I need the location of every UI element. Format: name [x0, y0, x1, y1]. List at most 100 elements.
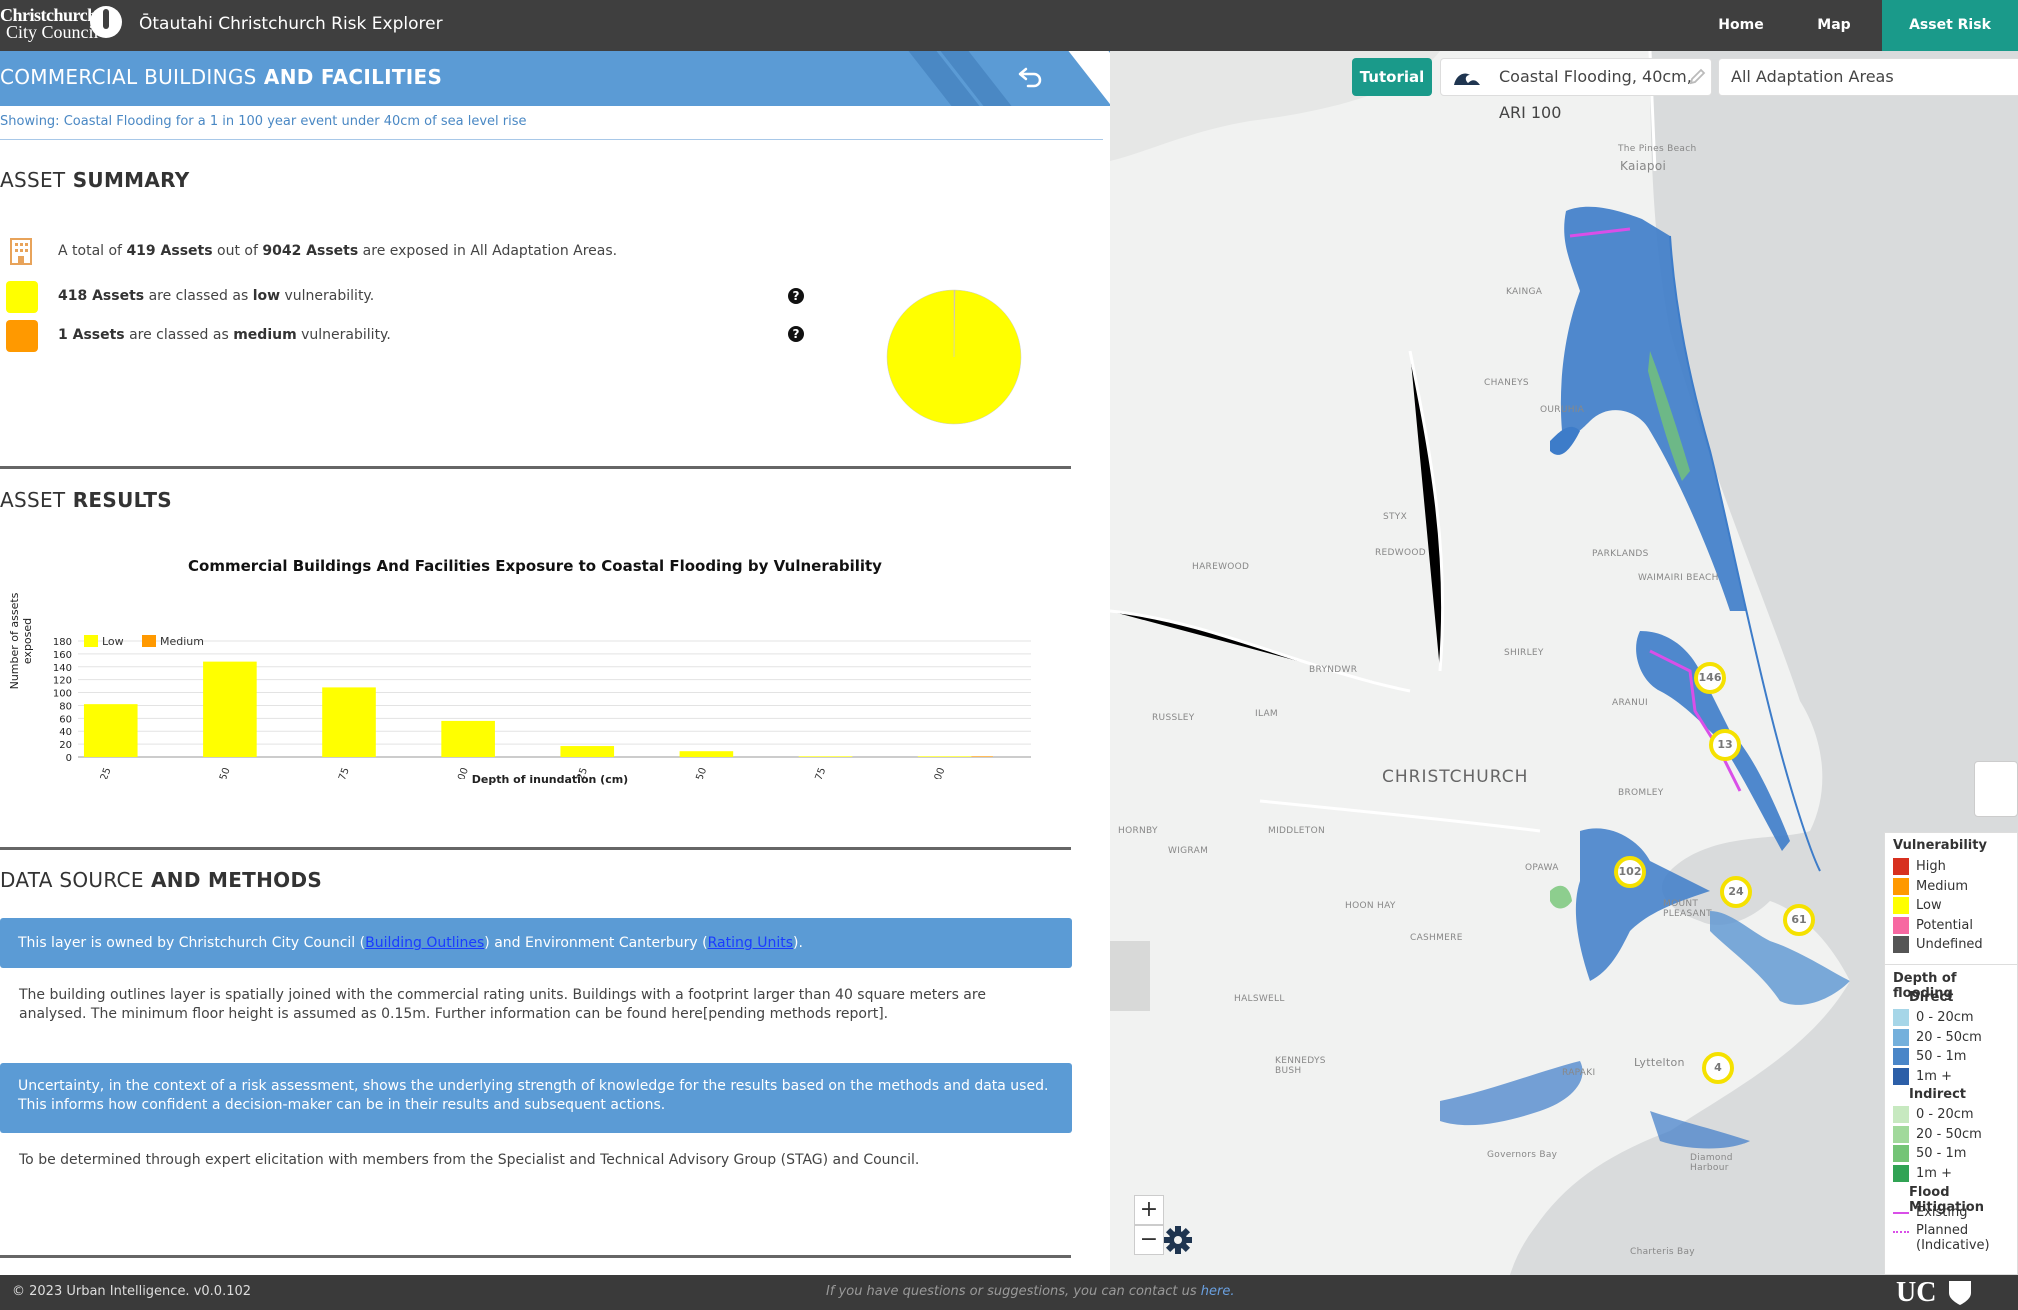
asset-cluster-marker[interactable]: 61	[1783, 904, 1815, 936]
panel-banner: COMMERCIAL BUILDINGS AND FACILITIES	[0, 51, 1110, 106]
place-label: HORNBY	[1118, 826, 1158, 836]
building-outlines-link[interactable]: Building Outlines	[365, 935, 484, 951]
asset-cluster-marker[interactable]: 13	[1709, 729, 1741, 761]
help-icon[interactable]: ?	[788, 326, 804, 342]
place-label: RUSSLEY	[1152, 713, 1195, 723]
top-bar: Christchurch City Council Ōtautahi Chris…	[0, 0, 2018, 51]
nav-home[interactable]: Home	[1696, 0, 1786, 51]
map-canvas[interactable]	[1110, 51, 2018, 1275]
place-label: ARANUI	[1612, 698, 1648, 708]
bar-low[interactable]	[560, 746, 615, 757]
pencil-icon[interactable]	[1688, 68, 1706, 86]
bar-low[interactable]	[203, 661, 257, 757]
bar-low[interactable]	[679, 751, 734, 757]
nav-asset-risk[interactable]: Asset Risk	[1882, 0, 2018, 51]
zoom-in-button[interactable]: +	[1134, 1195, 1164, 1225]
place-label: KAINGA	[1506, 287, 1543, 297]
back-button[interactable]	[1015, 63, 1045, 93]
y-tick-label: 0	[66, 753, 72, 764]
basemap-toggle[interactable]	[1974, 761, 2018, 817]
bar-low[interactable]	[83, 704, 138, 757]
bar-low[interactable]	[322, 687, 376, 757]
banner-edge	[1068, 51, 1110, 106]
legend-item: High	[1893, 858, 1946, 876]
pie-slice-low[interactable]	[886, 289, 1022, 425]
asset-results-heading: ASSET RESULTS	[0, 488, 172, 512]
bar-low[interactable]	[917, 756, 972, 757]
total-assets-text: A total of 419 Assets out of 9042 Assets…	[58, 243, 618, 259]
legend-label[interactable]: Low	[102, 635, 124, 648]
x-tick-label: 50-75	[332, 766, 352, 779]
wave-icon	[1454, 73, 1480, 85]
legend-label[interactable]: Medium	[160, 635, 204, 648]
council-logo-icon	[90, 6, 122, 38]
place-label: Charteris Bay	[1630, 1247, 1695, 1257]
asset-cluster-marker[interactable]: 4	[1702, 1052, 1734, 1084]
data-source-heading: DATA SOURCE AND METHODS	[0, 868, 323, 892]
settings-gear-icon[interactable]	[1162, 1224, 1194, 1256]
place-label: HOON HAY	[1345, 901, 1396, 911]
chart-y-axis-label: Number of assets exposed	[8, 592, 34, 690]
area-selector[interactable]: All Adaptation Areas	[1718, 58, 2018, 96]
y-tick-label: 100	[53, 689, 72, 700]
depth-legend: Depth of flooding Direct 0 - 20cm 20 - 5…	[1884, 964, 2018, 1275]
chart-title: Commercial Buildings And Facilities Expo…	[188, 557, 882, 575]
section-divider	[0, 1255, 1071, 1258]
asset-cluster-marker[interactable]: 146	[1694, 662, 1726, 694]
bar-low[interactable]	[441, 720, 495, 757]
place-label: SHIRLEY	[1504, 648, 1544, 658]
zoom-out-button[interactable]: −	[1134, 1225, 1164, 1255]
place-label: RAPAKI	[1562, 1068, 1596, 1078]
showing-divider	[0, 139, 1103, 140]
medium-swatch	[6, 320, 38, 352]
legend-swatch	[84, 635, 98, 647]
section-divider	[0, 466, 1071, 469]
asset-summary-heading: ASSET SUMMARY	[0, 168, 190, 192]
nav-map[interactable]: Map	[1786, 0, 1882, 51]
place-label: Diamond Harbour	[1690, 1153, 1733, 1173]
help-icon[interactable]: ?	[788, 288, 804, 304]
legend-item: 0 - 20cm	[1893, 1106, 1974, 1124]
section-divider	[0, 847, 1071, 850]
place-label: The Pines Beach	[1618, 144, 1697, 154]
exposure-bar-chart: 0204060801001201401601800-2525-5050-7575…	[53, 635, 1031, 779]
place-label: CASHMERE	[1410, 933, 1463, 943]
place-label: BRYNDWR	[1309, 665, 1358, 675]
place-label: WAIMAIRI BEACH	[1638, 573, 1719, 583]
legend-item: 1m +	[1893, 1165, 1952, 1183]
y-tick-label: 80	[59, 701, 72, 712]
place-label: REDWOOD	[1375, 548, 1426, 558]
city-label: CHRISTCHURCH	[1382, 767, 1529, 787]
rating-units-link[interactable]: Rating Units	[708, 935, 793, 951]
contact-link[interactable]: here.	[1201, 1284, 1235, 1299]
panel-title: COMMERCIAL BUILDINGS AND FACILITIES	[0, 65, 443, 89]
y-tick-label: 120	[53, 676, 72, 687]
contact-text: If you have questions or suggestions, yo…	[826, 1284, 1235, 1299]
legend-item: Undefined	[1893, 936, 1983, 954]
bar-low[interactable]	[798, 756, 853, 757]
low-swatch	[6, 281, 38, 313]
vulnerability-pie-chart[interactable]	[885, 288, 1023, 426]
y-tick-label: 140	[53, 663, 72, 674]
back-arrow-icon	[1018, 67, 1042, 88]
legend-item: Existing	[1893, 1204, 1968, 1222]
legend-item: 50 - 1m	[1893, 1048, 1966, 1066]
asset-cluster-marker[interactable]: 24	[1720, 876, 1752, 908]
y-tick-label: 20	[59, 740, 72, 751]
map-view[interactable]: Tutorial Coastal Flooding, 40cm, ARI 100…	[1110, 51, 2018, 1275]
low-assets-text: 418 Assets are classed as low vulnerabil…	[58, 288, 375, 304]
asset-cluster-marker[interactable]: 102	[1614, 856, 1646, 888]
legend-item: 0 - 20cm	[1893, 1009, 1974, 1027]
legend-item: 20 - 50cm	[1893, 1029, 1982, 1047]
place-label: MIDDLETON	[1268, 826, 1325, 836]
building-icon	[10, 238, 32, 265]
logo-line-2: City Council	[6, 22, 99, 42]
place-label: PARKLANDS	[1592, 549, 1649, 559]
place-label: ILAM	[1255, 709, 1278, 719]
council-logo[interactable]: Christchurch City Council	[0, 3, 105, 47]
y-tick-label: 180	[53, 637, 72, 648]
place-label: BROMLEY	[1618, 788, 1664, 798]
legend-item: Potential	[1893, 917, 1973, 935]
tutorial-button[interactable]: Tutorial	[1352, 58, 1432, 96]
bar-medium[interactable]	[971, 756, 993, 757]
